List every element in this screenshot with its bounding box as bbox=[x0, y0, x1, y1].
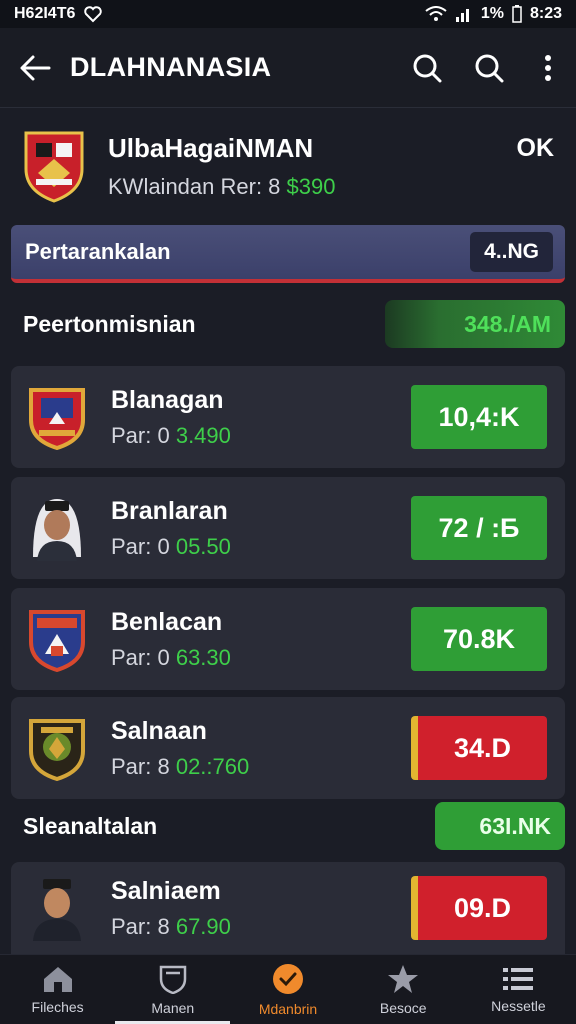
nav-item-besoce[interactable]: Besoce bbox=[346, 955, 461, 1024]
bottom-nav: Fileches Manen Mdanbrin Besoce Nessetle bbox=[0, 954, 576, 1024]
section-label: Peertonmisnian bbox=[23, 310, 196, 337]
player-avatar-icon bbox=[33, 499, 81, 561]
player-value-badge[interactable]: 09.D bbox=[411, 876, 547, 940]
back-button[interactable] bbox=[0, 28, 70, 108]
team-name: UlbaHagaiNMAN bbox=[108, 132, 314, 163]
list-icon bbox=[503, 967, 534, 990]
player-value-badge[interactable]: 34.D bbox=[411, 716, 547, 780]
player-name: Salnaan bbox=[111, 716, 207, 745]
player-sub-value: 67.90 bbox=[175, 913, 231, 939]
wifi-icon bbox=[425, 6, 447, 21]
battery-icon bbox=[512, 5, 522, 23]
home-icon bbox=[43, 966, 72, 992]
banner-value: 4..NG bbox=[470, 232, 553, 272]
player-value-badge[interactable]: 10,4:K bbox=[411, 385, 547, 449]
check-circle-icon bbox=[273, 963, 303, 994]
player-value-badge[interactable]: 70.8K bbox=[411, 607, 547, 671]
nav-label: Besoce bbox=[379, 999, 427, 1016]
player-card[interactable]: Branlaran Par: 0 05.50 72 / :Б bbox=[11, 477, 565, 579]
player-card[interactable]: Benlacan Par: 0 63.30 70.8K bbox=[11, 588, 565, 690]
player-card[interactable]: Salniaem Par: 8 67.90 09.D bbox=[11, 862, 565, 954]
player-card[interactable]: Salnaan Par: 8 02.:760 34.D bbox=[11, 697, 565, 799]
section-row: Peertonmisnian 348./AM bbox=[11, 298, 565, 350]
banner-label: Pertarankalan bbox=[25, 239, 171, 264]
app-bar: DLAHNANASIA bbox=[0, 28, 576, 108]
section-row: Sleanaltalan 63I.NK bbox=[11, 800, 565, 852]
signal-icon bbox=[455, 9, 469, 22]
player-sub-prefix: Par: 0 bbox=[111, 422, 170, 448]
player-name: Blanagan bbox=[111, 385, 224, 414]
player-subtitle: Par: 0 63.30 bbox=[111, 645, 411, 671]
notification-icon bbox=[84, 6, 103, 23]
clock-text: 8:23 bbox=[529, 5, 562, 22]
more-options-button[interactable] bbox=[520, 28, 576, 108]
shield-icon bbox=[159, 965, 187, 994]
player-sub-prefix: Par: 8 bbox=[111, 753, 170, 779]
player-sub-value: 05.50 bbox=[175, 533, 231, 559]
nav-item-manen[interactable]: Manen bbox=[115, 955, 231, 1024]
more-vertical-icon bbox=[545, 54, 551, 81]
player-sub-value: 02.:760 bbox=[175, 753, 250, 779]
section-value: 63I.NK bbox=[435, 802, 565, 850]
player-name: Branlaran bbox=[111, 496, 228, 525]
team-sub-value: $390 bbox=[286, 173, 336, 199]
team-crest-icon bbox=[24, 131, 84, 203]
team-subtitle: KWlaindan Rer: 8 $390 bbox=[108, 174, 576, 200]
arrow-left-icon bbox=[20, 55, 51, 80]
nav-label: Fileches bbox=[31, 998, 84, 1015]
team-sub-prefix: KWlaindan Rer: 8 bbox=[108, 173, 281, 199]
section-banner[interactable]: Pertarankalan 4..NG bbox=[11, 225, 565, 283]
page-title: DLAHNANASIA bbox=[70, 52, 272, 82]
club-crest-icon bbox=[29, 610, 85, 672]
player-subtitle: Par: 8 02.:760 bbox=[111, 754, 411, 780]
nav-label: Manen bbox=[151, 999, 195, 1016]
player-subtitle: Par: 0 3.490 bbox=[111, 423, 411, 449]
nav-item-nessetle[interactable]: Nessetle bbox=[461, 955, 576, 1024]
player-subtitle: Par: 8 67.90 bbox=[111, 914, 411, 940]
club-crest-icon bbox=[29, 719, 85, 781]
search-button[interactable] bbox=[396, 28, 458, 108]
section-value: 348./AM bbox=[385, 300, 565, 348]
player-value-badge[interactable]: 72 / :Б bbox=[411, 496, 547, 560]
section-label: Sleanaltalan bbox=[23, 812, 158, 839]
player-sub-prefix: Par: 0 bbox=[111, 644, 170, 670]
nav-item-mdanbrin[interactable]: Mdanbrin bbox=[230, 955, 345, 1024]
status-bar: H62I4T6 1% 8:23 bbox=[0, 0, 576, 28]
player-sub-prefix: Par: 8 bbox=[111, 913, 170, 939]
player-avatar-icon bbox=[33, 879, 81, 941]
star-icon bbox=[388, 964, 419, 993]
ok-button[interactable]: OK bbox=[517, 134, 555, 163]
club-crest-icon bbox=[29, 388, 85, 450]
carrier-text: H62I4T6 bbox=[14, 5, 76, 22]
nav-label: Mdanbrin bbox=[258, 1000, 318, 1017]
player-subtitle: Par: 0 05.50 bbox=[111, 534, 411, 560]
player-card[interactable]: Blanagan Par: 0 3.490 10,4:K bbox=[11, 366, 565, 468]
player-sub-value: 63.30 bbox=[175, 644, 231, 670]
player-name: Salniaem bbox=[111, 876, 221, 905]
player-sub-prefix: Par: 0 bbox=[111, 533, 170, 559]
player-sub-value: 3.490 bbox=[175, 422, 231, 448]
search-button-secondary[interactable] bbox=[458, 28, 520, 108]
search-icon bbox=[413, 54, 442, 82]
search-icon bbox=[475, 54, 504, 82]
team-header: UlbaHagaiNMAN KWlaindan Rer: 8 $390 OK bbox=[0, 110, 576, 222]
player-name: Benlacan bbox=[111, 607, 223, 636]
battery-text: 1% bbox=[480, 5, 504, 22]
nav-item-fileches[interactable]: Fileches bbox=[0, 955, 115, 1024]
nav-label: Nessetle bbox=[491, 997, 546, 1014]
